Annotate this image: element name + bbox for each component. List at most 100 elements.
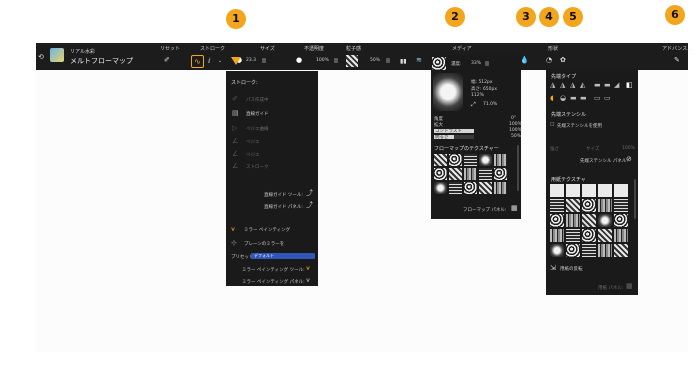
watercolor-flow-icon[interactable]: ≋ xyxy=(416,57,422,64)
paper-thumb[interactable] xyxy=(614,244,628,257)
line-guide-icon[interactable]: ▤ xyxy=(232,110,239,117)
plane-mirror-icon[interactable]: ⊹ xyxy=(231,240,237,247)
paper-thumb[interactable] xyxy=(550,199,564,212)
texture-thumb[interactable] xyxy=(494,182,507,194)
line-guide-panel-icon[interactable]: ⤴ xyxy=(306,202,313,209)
texture-thumb[interactable] xyxy=(464,182,477,194)
media-scrollbar[interactable] xyxy=(517,145,519,191)
size-stepper[interactable] xyxy=(262,58,266,63)
brush-variant-icon[interactable] xyxy=(50,48,64,62)
paper-thumb[interactable] xyxy=(614,199,628,212)
grain-paper-thumbnail[interactable] xyxy=(346,55,358,67)
size-value[interactable]: 23.3 xyxy=(246,58,256,63)
opacity-stepper[interactable] xyxy=(334,58,338,63)
paper-thumb[interactable] xyxy=(550,229,564,242)
mirror-painting-icon[interactable]: ⩛ xyxy=(231,226,235,233)
paper-thumb[interactable] xyxy=(598,244,612,257)
advanced-brush-icon[interactable]: ✎ xyxy=(674,57,680,64)
tip-type-icon[interactable]: ◢ xyxy=(614,82,619,89)
paper-thumb[interactable] xyxy=(550,244,564,257)
texture-thumb[interactable] xyxy=(464,154,477,166)
tip-type-icon[interactable]: ◮ xyxy=(570,82,575,89)
stroke-item-bezier-1[interactable]: ベジエ曲線 xyxy=(246,126,269,132)
bezier-icon-3[interactable]: ∠ xyxy=(232,151,238,158)
texture-thumb[interactable] xyxy=(449,168,462,180)
tip-type-icon[interactable]: ◒ xyxy=(560,95,566,102)
stroke-item-line-guide[interactable]: 直線ガイド xyxy=(246,111,269,117)
paper-thumb[interactable] xyxy=(598,199,612,212)
invert-paper-icon[interactable]: ⇲ xyxy=(550,265,556,272)
paper-thumb[interactable] xyxy=(566,199,580,212)
paper-thumb[interactable] xyxy=(566,229,580,242)
pause-icon[interactable]: ▮▮ xyxy=(400,58,407,65)
invert-paper-label[interactable]: 用紙の反転 xyxy=(560,266,583,272)
flowmap-expand-icon[interactable]: ⤢ xyxy=(471,101,476,108)
paper-thumb[interactable] xyxy=(614,229,628,242)
brush-tip-icon[interactable]: ◔ xyxy=(546,57,552,64)
texture-thumb[interactable] xyxy=(494,154,507,166)
texture-thumb[interactable] xyxy=(434,168,447,180)
texture-thumb[interactable] xyxy=(479,182,492,194)
stencil-panel-icon[interactable]: ⊘ xyxy=(626,156,632,163)
paper-thumb[interactable] xyxy=(582,199,596,212)
shape-scrollbar[interactable] xyxy=(634,179,636,219)
tip-type-icon[interactable]: ◭ xyxy=(580,82,585,89)
bezier-icon-1[interactable]: ▷ xyxy=(232,125,237,132)
paper-thumb[interactable] xyxy=(582,184,596,197)
flowmap-panel-icon[interactable]: ▦ xyxy=(511,205,518,212)
stroke-item-path[interactable]: パス作成中 xyxy=(246,97,269,103)
paper-thumb[interactable] xyxy=(566,214,580,227)
media-thumbnail-selected[interactable] xyxy=(432,57,446,70)
paper-thumb[interactable] xyxy=(582,214,596,227)
paper-thumb[interactable] xyxy=(614,214,628,227)
swap-icon[interactable]: ⟲ xyxy=(38,54,44,61)
density-value[interactable]: 33% xyxy=(471,61,481,66)
texture-thumb[interactable] xyxy=(434,154,447,166)
paper-thumb[interactable] xyxy=(582,229,596,242)
tip-type-icon[interactable]: ▭ xyxy=(604,95,611,102)
line-guide-tool-icon[interactable]: ⤴ xyxy=(306,190,313,197)
stencil-icon[interactable]: ✿ xyxy=(560,57,566,64)
tip-type-icon-selected[interactable]: ◖ xyxy=(550,95,554,102)
density-stepper[interactable] xyxy=(485,61,489,66)
texture-thumb[interactable] xyxy=(434,182,447,194)
paper-thumb[interactable] xyxy=(598,214,612,227)
texture-thumb[interactable] xyxy=(449,154,462,166)
tip-type-icon[interactable]: ◧ xyxy=(626,82,633,89)
tip-type-icon[interactable]: ▬ xyxy=(594,82,601,89)
tip-type-icon[interactable]: ◮ xyxy=(550,82,555,89)
straight-line-stroke-icon[interactable]: ⅈ xyxy=(208,58,210,65)
stroke-dropdown-icon[interactable]: ⌄ xyxy=(218,58,222,65)
stencil-checkbox-icon[interactable]: ☐ xyxy=(550,122,554,129)
opacity-value[interactable]: 100% xyxy=(316,58,329,63)
mirror-panel-icon[interactable]: ⩛ xyxy=(306,277,310,284)
paper-thumb[interactable] xyxy=(550,184,564,197)
paper-thumb[interactable] xyxy=(614,184,628,197)
paper-thumb[interactable] xyxy=(582,244,596,257)
texture-thumb[interactable] xyxy=(494,168,507,180)
paper-thumb[interactable] xyxy=(598,229,612,242)
texture-thumb[interactable] xyxy=(464,168,477,180)
paper-thumb[interactable] xyxy=(566,244,580,257)
plane-mirror-label[interactable]: プレーンのミラーを xyxy=(244,241,284,247)
preset-dropdown[interactable]: デフォルト xyxy=(251,253,315,259)
paper-thumb[interactable] xyxy=(550,214,564,227)
texture-thumb[interactable] xyxy=(449,182,462,194)
stencil-checkbox-label[interactable]: 先端ステンシルを使用 xyxy=(557,123,602,129)
brush-name-label[interactable]: メルトフローマップ xyxy=(70,56,133,66)
texture-thumb[interactable] xyxy=(479,154,492,166)
drip-icon[interactable]: 💧 xyxy=(520,57,529,64)
paper-thumb[interactable] xyxy=(566,184,580,197)
grain-stepper[interactable] xyxy=(386,58,390,63)
bezier-icon-4[interactable]: ∠ xyxy=(232,163,238,170)
paper-panel-icon[interactable]: ▦ xyxy=(626,283,633,290)
mirror-tool-icon[interactable]: ⩛ xyxy=(306,265,310,272)
tip-type-icon[interactable]: ▭ xyxy=(594,95,601,102)
freehand-stroke-button[interactable]: ∿ xyxy=(191,55,204,68)
path-stroke-icon[interactable]: ✐ xyxy=(232,96,238,103)
grain-value[interactable]: 50% xyxy=(370,58,380,63)
tip-type-icon[interactable]: ◮ xyxy=(560,82,565,89)
tip-type-icon[interactable]: ▬ xyxy=(580,95,587,102)
stroke-item-bezier-3[interactable]: ベジエ xyxy=(246,152,260,158)
tip-type-icon[interactable]: ▬ xyxy=(604,82,611,89)
